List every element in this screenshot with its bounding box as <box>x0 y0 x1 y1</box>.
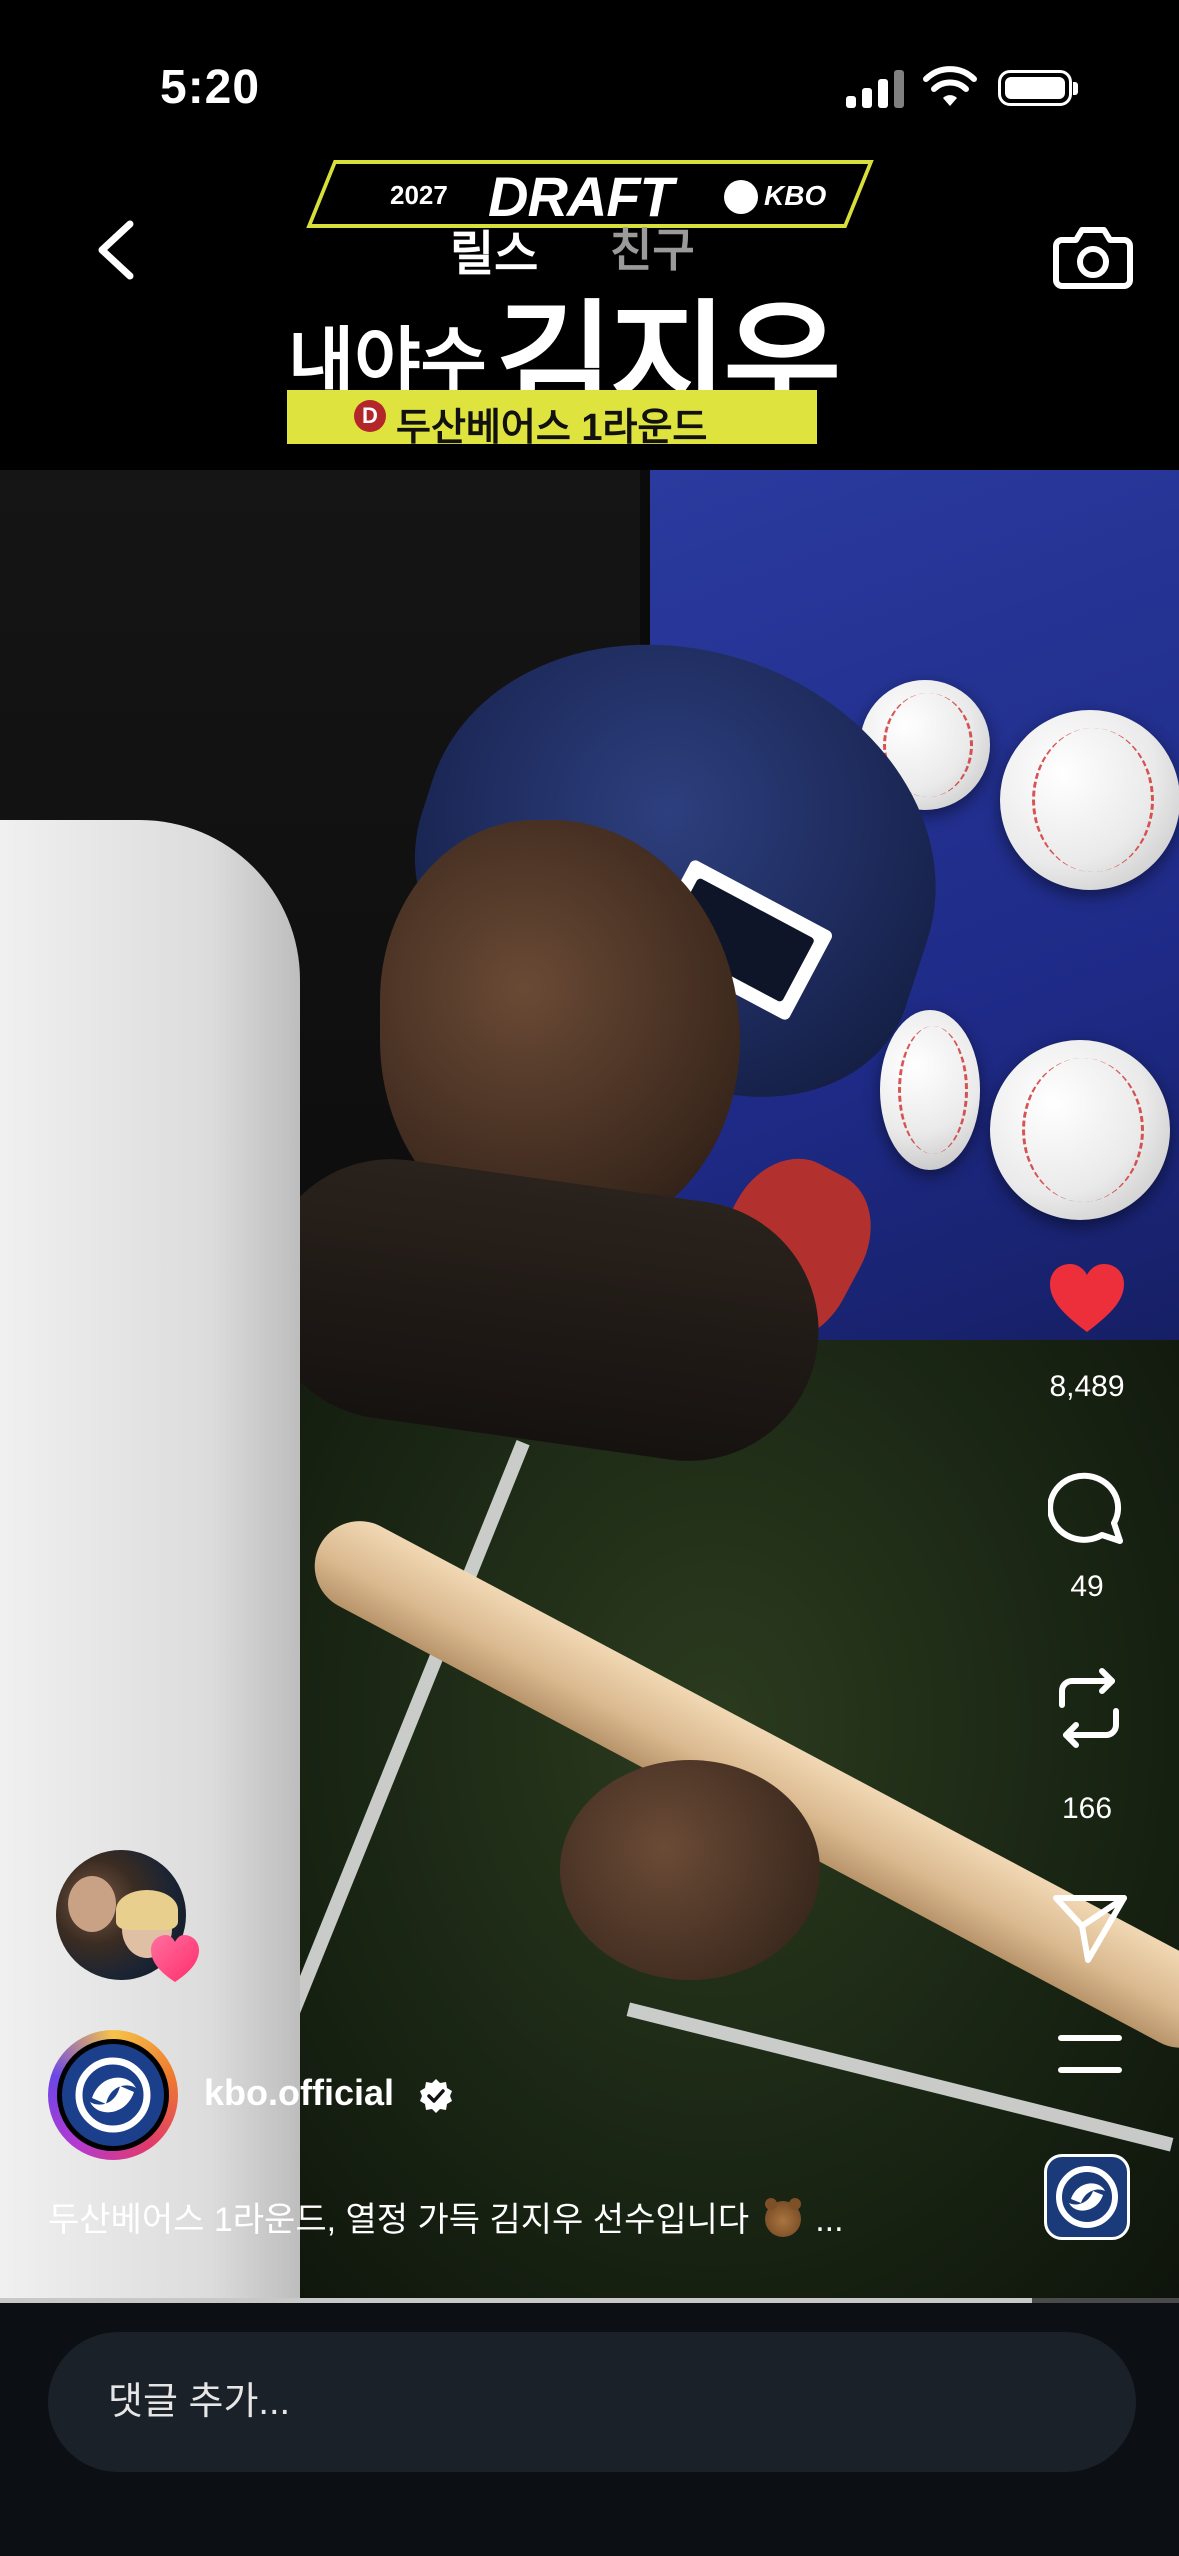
caption-text: 두산베어스 1라운드, 열정 가득 김지우 선수입니다 <box>48 2201 750 2239</box>
kbo-logo-icon <box>75 2057 151 2133</box>
verified-icon <box>420 2079 452 2113</box>
like-count[interactable]: 8,489 <box>1017 1370 1157 1404</box>
original-audio-button[interactable] <box>1044 2154 1130 2240</box>
post-caption[interactable]: 두산베어스 1라운드, 열정 가득 김지우 선수입니다... <box>48 2192 844 2241</box>
baseball-image <box>1000 710 1179 890</box>
comment-count[interactable]: 49 <box>1017 1570 1157 1604</box>
menu-icon[interactable] <box>1055 2030 1125 2080</box>
send-icon[interactable] <box>1050 1890 1130 1966</box>
team-round-text: 두산베어스 1라운드 <box>396 407 708 449</box>
repost-count[interactable]: 166 <box>1017 1792 1157 1826</box>
kbo-logo-icon <box>724 180 758 214</box>
draft-year: 2027 <box>390 180 448 210</box>
wifi-icon <box>923 66 977 106</box>
cellular-signal-icon <box>846 70 904 108</box>
caption-more[interactable]: ... <box>815 2201 843 2239</box>
video-person-hand <box>560 1760 820 1980</box>
status-time: 5:20 <box>160 61 261 114</box>
baseball-image <box>880 1010 980 1170</box>
heart-badge-icon <box>151 1935 199 1982</box>
comment-input[interactable] <box>48 2332 1136 2472</box>
comment-icon[interactable] <box>1048 1465 1128 1545</box>
username-link[interactable]: kbo.official <box>204 2072 394 2114</box>
avatar[interactable] <box>57 2039 169 2151</box>
baseball-image <box>990 1040 1170 1220</box>
kbo-logo-icon <box>1056 2166 1118 2228</box>
profile-avatar-ring[interactable] <box>48 2030 178 2160</box>
repost-icon[interactable] <box>1050 1665 1128 1751</box>
battery-icon <box>998 70 1078 106</box>
heart-icon[interactable] <box>1046 1260 1128 1336</box>
camera-icon[interactable] <box>1048 210 1138 300</box>
league-label: KBO <box>764 180 827 211</box>
back-arrow-icon[interactable] <box>80 210 150 290</box>
bear-emoji-icon <box>765 2198 802 2237</box>
team-logo-icon: D <box>354 400 386 432</box>
